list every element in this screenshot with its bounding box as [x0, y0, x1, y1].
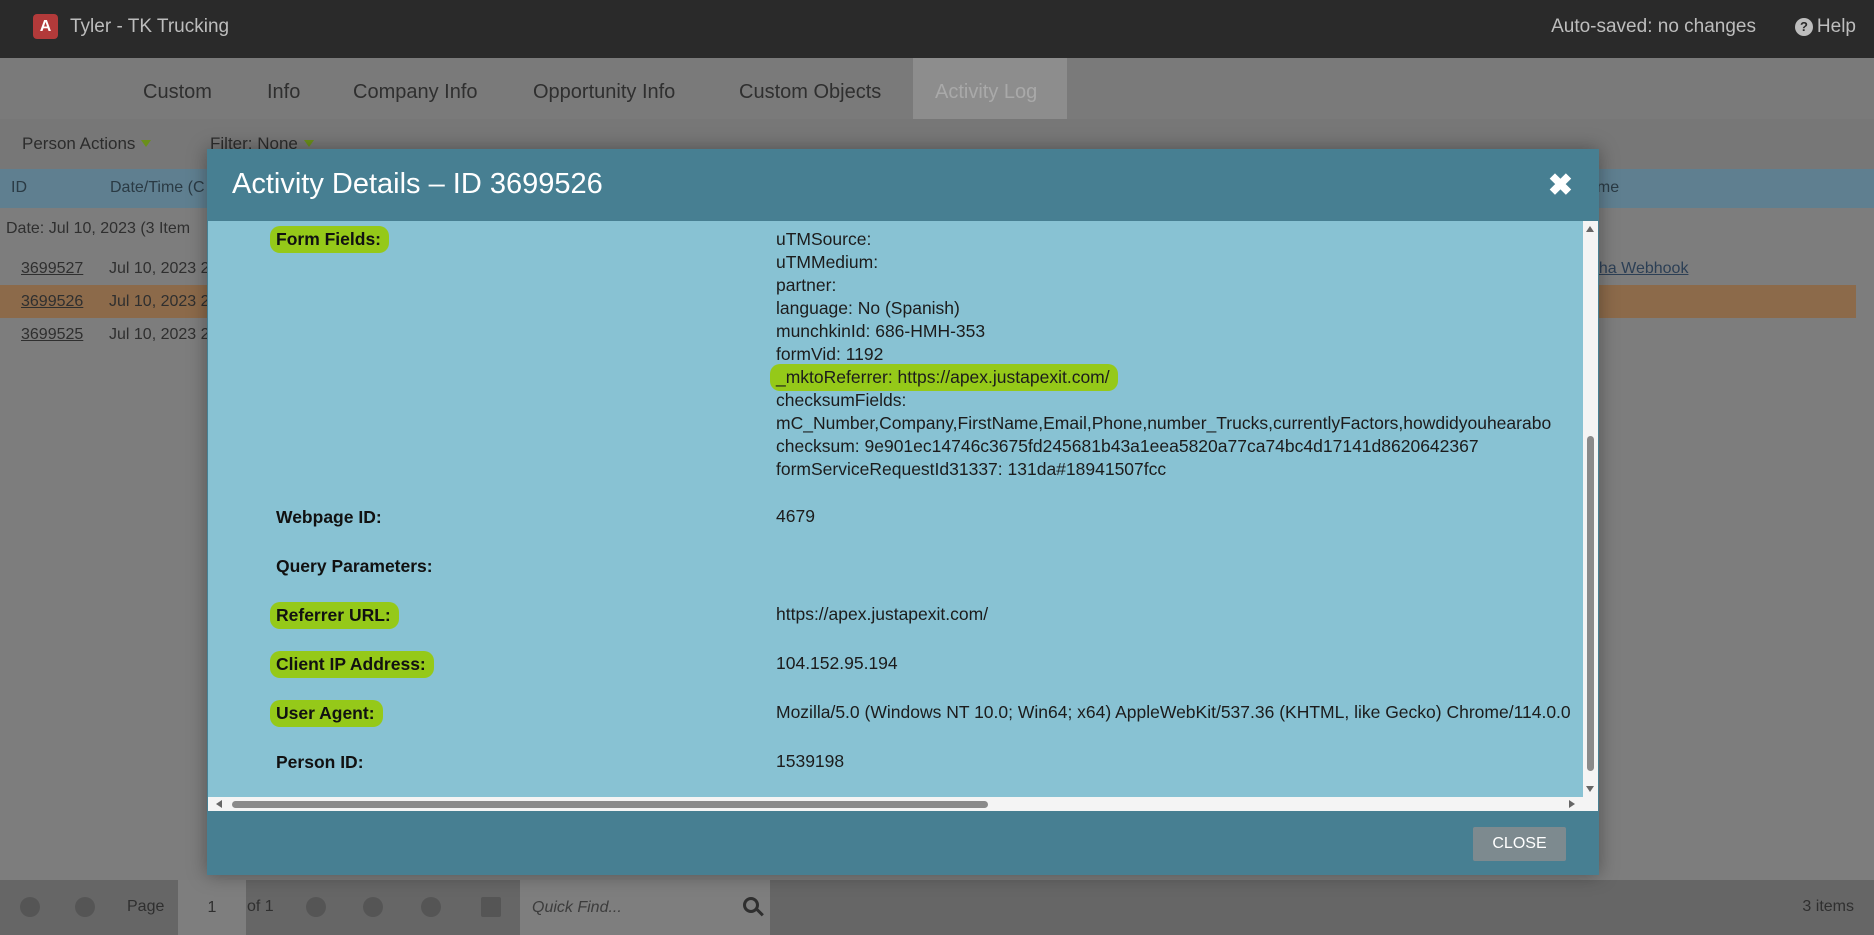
form-field-line: partner: [776, 275, 837, 295]
export-icon[interactable] [481, 897, 501, 917]
mkto-referrer-text: _mktoReferrer: https://apex.justapexit.c… [770, 364, 1118, 391]
last-page-icon[interactable] [363, 897, 383, 917]
row-datetime: Jul 10, 2023 2 [109, 293, 210, 310]
person-actions-label: Person Actions [22, 134, 136, 153]
referrer-url-label: Referrer URL: [270, 602, 399, 629]
scroll-down-arrow-icon[interactable] [1586, 786, 1594, 792]
scroll-left-arrow-icon[interactable] [216, 800, 222, 808]
tab-company-info[interactable]: Company Info [331, 58, 500, 119]
tab-opportunity-info[interactable]: Opportunity Info [511, 58, 697, 119]
dialog-header: Activity Details – ID 3699526 ✖ [207, 149, 1599, 221]
client-ip-value: 104.152.95.194 [776, 653, 898, 673]
chevron-down-icon [141, 140, 152, 147]
horizontal-scroll-thumb[interactable] [232, 801, 988, 808]
form-field-line: mC_Number,Company,FirstName,Email,Phone,… [776, 413, 1552, 433]
scroll-up-arrow-icon[interactable] [1586, 226, 1594, 232]
tab-custom-objects[interactable]: Custom Objects [717, 58, 903, 119]
tab-custom[interactable]: Custom [121, 58, 234, 119]
record-title: Tyler - TK Trucking [70, 16, 230, 37]
form-field-line: munchkinId: 686-HMH-353 [776, 321, 986, 341]
form-field-line: uTMMedium: [776, 252, 879, 272]
form-field-line: formVid: 1192 [776, 344, 884, 364]
next-page-icon[interactable] [306, 897, 326, 917]
referrer-url-value: https://apex.justapexit.com/ [776, 604, 989, 624]
chevron-down-icon [303, 140, 314, 147]
scroll-right-arrow-icon[interactable] [1569, 800, 1575, 808]
app-logo-icon: A [33, 14, 58, 39]
user-agent-value: Mozilla/5.0 (Windows NT 10.0; Win64; x64… [776, 702, 1571, 722]
quick-find [520, 880, 770, 935]
referrer-url-label-text: Referrer URL: [270, 602, 399, 629]
row-id-link[interactable]: 3699525 [21, 326, 83, 344]
page-label: Page [127, 898, 165, 915]
autosave-status: Auto-saved: no changes [1551, 16, 1756, 37]
group-label: Date: Jul 10, 2023 (3 Item [6, 220, 191, 237]
webpage-id-label: Webpage ID: [276, 507, 382, 527]
row-id-link[interactable]: 3699527 [21, 260, 83, 278]
help-label: Help [1816, 16, 1856, 37]
previous-page-icon[interactable] [75, 897, 95, 917]
tab-bar: Custom Info Company Info Opportunity Inf… [0, 58, 1874, 119]
form-field-line: uTMSource: [776, 229, 872, 249]
client-ip-label-text: Client IP Address: [270, 651, 434, 678]
tab-activity-log[interactable]: Activity Log [913, 58, 1067, 119]
webpage-id-value: 4679 [776, 506, 815, 526]
quick-find-input[interactable] [532, 896, 732, 920]
close-button[interactable]: CLOSE [1473, 827, 1566, 861]
item-count: 3 items [1802, 898, 1854, 915]
page-of-label: of 1 [247, 898, 274, 915]
activity-details-dialog: Activity Details – ID 3699526 ✖ Form Fie… [207, 149, 1599, 875]
person-id-value: 1539198 [776, 751, 845, 771]
user-agent-label-text: User Agent: [270, 700, 383, 727]
query-parameters-label: Query Parameters: [276, 556, 433, 576]
row-datetime: Jul 10, 2023 2 [109, 326, 210, 343]
help-link[interactable]: ? Help [1794, 16, 1856, 38]
form-field-line: checksum: 9e901ec14746c3675fd245681b43a1… [776, 436, 1479, 456]
tab-info[interactable]: Info [245, 58, 322, 119]
vertical-scroll-thumb[interactable] [1587, 436, 1594, 771]
top-bar: A Tyler - TK Trucking Auto-saved: no cha… [0, 0, 1874, 58]
column-header-datetime[interactable]: Date/Time (C [110, 179, 205, 197]
search-icon[interactable] [743, 897, 759, 913]
pager-bar: Page 1 of 1 3 items [0, 880, 1874, 935]
page-number-input[interactable]: 1 [178, 880, 246, 935]
dialog-content: Form Fields: uTMSource: uTMMedium: partn… [208, 221, 1598, 811]
dialog-title: Activity Details – ID 3699526 [232, 168, 603, 200]
form-field-line: checksumFields: [776, 390, 907, 410]
refresh-icon[interactable] [421, 897, 441, 917]
row-id-link[interactable]: 3699526 [21, 293, 83, 311]
details-scroll-area[interactable]: Form Fields: uTMSource: uTMMedium: partn… [208, 221, 1583, 797]
form-field-line: language: No (Spanish) [776, 298, 960, 318]
form-fields-label-text: Form Fields: [270, 226, 390, 253]
form-field-line-highlighted: _mktoReferrer: https://apex.justapexit.c… [770, 364, 1118, 391]
form-fields-label: Form Fields: [270, 226, 390, 253]
close-icon[interactable]: ✖ [1548, 171, 1573, 201]
form-field-line: formServiceRequestId31337: 131da#1894150… [776, 459, 1167, 479]
user-agent-label: User Agent: [270, 700, 383, 727]
horizontal-scrollbar[interactable] [208, 797, 1583, 811]
person-actions-menu[interactable]: Person Actions [22, 134, 152, 154]
person-id-label: Person ID: [276, 752, 364, 772]
row-name-link[interactable]: pha Webhook [1590, 260, 1688, 278]
vertical-scrollbar[interactable] [1583, 221, 1598, 797]
row-datetime: Jul 10, 2023 2 [109, 260, 210, 277]
first-page-icon[interactable] [20, 897, 40, 917]
client-ip-label: Client IP Address: [270, 651, 434, 678]
help-icon: ? [1794, 18, 1813, 36]
column-header-id[interactable]: ID [11, 179, 27, 197]
